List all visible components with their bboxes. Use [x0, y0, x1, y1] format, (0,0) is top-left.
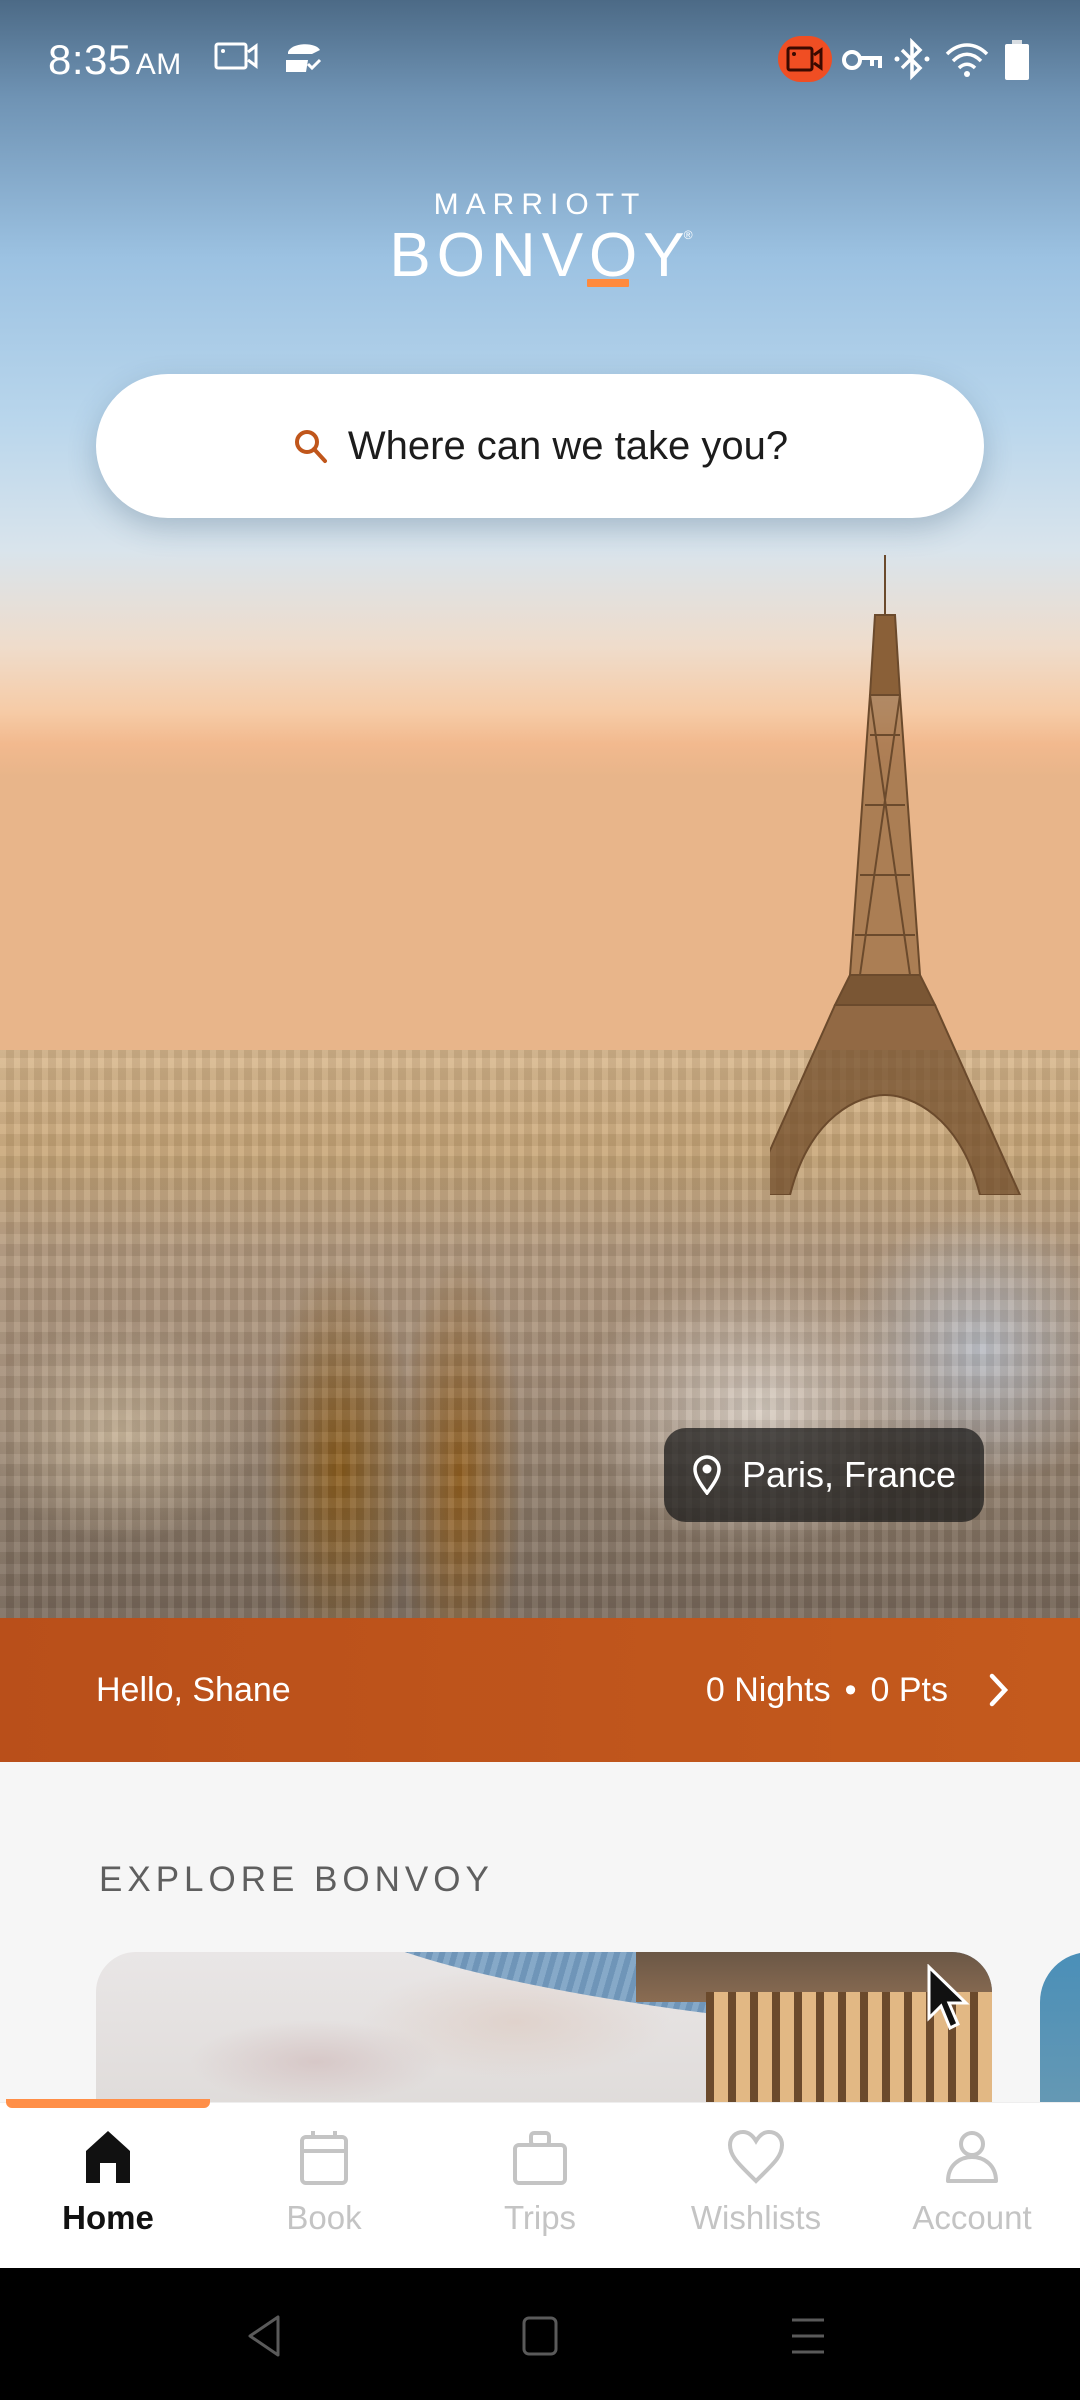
status-clock: 8:35 AM: [48, 36, 182, 84]
search-icon: [294, 430, 327, 463]
destination-search-bar[interactable]: Where can we take you?: [96, 374, 984, 518]
location-label: Paris, France: [742, 1454, 957, 1495]
battery-icon: [1005, 40, 1029, 80]
points-count: 0 Pts: [870, 1670, 948, 1709]
logo-registered-mark: ®: [683, 228, 699, 242]
logo-bonvoy-text: BONVOY: [389, 221, 691, 290]
stats-separator: •: [844, 1670, 857, 1709]
tab-home-label: Home: [62, 2199, 154, 2236]
tab-wishlists[interactable]: Wishlists: [648, 2103, 864, 2268]
explore-card[interactable]: [96, 1952, 992, 2102]
clock-ampm: AM: [135, 48, 182, 81]
bluetooth-icon: [894, 38, 930, 81]
wifi-icon: [945, 43, 989, 77]
bottom-navigation: Home Book Trips Wishlists Account: [0, 2102, 1080, 2268]
map-pin-icon: [693, 1455, 721, 1495]
chevron-right-icon: [989, 1673, 1009, 1707]
home-button-icon[interactable]: [520, 2314, 560, 2358]
logo-accent-bar: [587, 279, 630, 287]
active-tab-indicator: [6, 2099, 210, 2108]
explore-section-title: EXPLORE BONVOY: [99, 1860, 494, 1899]
cloud-sync-icon: [286, 44, 322, 72]
home-icon: [86, 2131, 130, 2183]
tab-account-label: Account: [912, 2199, 1032, 2236]
tab-trips[interactable]: Trips: [432, 2103, 648, 2268]
suitcase-icon: [513, 2131, 567, 2185]
greeting-text: Hello, Shane: [96, 1670, 291, 1709]
tab-account[interactable]: Account: [864, 2103, 1080, 2268]
back-button-icon[interactable]: [244, 2314, 284, 2358]
recents-button-icon[interactable]: [788, 2314, 828, 2358]
search-placeholder: Where can we take you?: [347, 423, 789, 468]
calendar-icon: [300, 2131, 348, 2185]
marriott-bonvoy-logo: MARRIOTT BONVOY ®: [0, 188, 1080, 291]
tab-trips-label: Trips: [503, 2199, 577, 2236]
nights-count: 0 Nights: [705, 1670, 831, 1709]
camera-recording-icon: [786, 46, 823, 72]
logo-bonvoy-wordmark: BONVOY ®: [389, 220, 692, 291]
mouse-cursor-icon: [927, 1964, 970, 2031]
vpn-key-icon: [842, 50, 882, 70]
status-bar: 8:35 AM: [0, 0, 1080, 120]
heart-icon: [727, 2129, 785, 2184]
member-summary-bar[interactable]: Hello, Shane 0 Nights • 0 Pts: [0, 1618, 1080, 1762]
tab-book[interactable]: Book: [216, 2103, 432, 2268]
eiffel-tower-image: [770, 555, 1022, 1195]
tab-wishlists-label: Wishlists: [690, 2199, 822, 2236]
explore-section: EXPLORE BONVOY: [0, 1762, 1080, 2102]
tab-book-label: Book: [286, 2199, 362, 2236]
tab-home[interactable]: Home: [0, 2103, 216, 2268]
clock-time: 8:35: [48, 36, 132, 83]
explore-card-next[interactable]: [1040, 1952, 1080, 2102]
logo-marriott-text: MARRIOTT: [433, 188, 647, 221]
camera-recording-indicator: [778, 36, 832, 82]
member-stats[interactable]: 0 Nights • 0 Pts: [706, 1671, 1010, 1710]
system-navigation-bar: [0, 2268, 1080, 2400]
screen-record-icon: [214, 42, 258, 70]
hero-location-chip[interactable]: Paris, France: [664, 1428, 984, 1522]
person-icon: [946, 2131, 998, 2183]
